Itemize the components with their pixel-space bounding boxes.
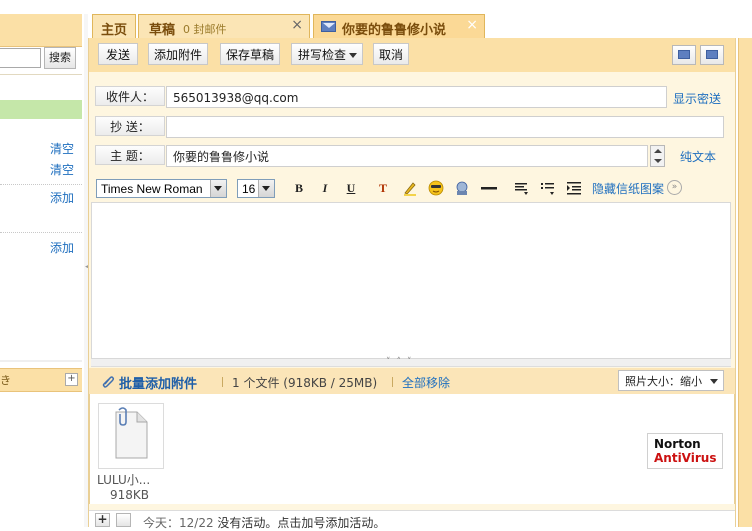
cc-label[interactable]: 抄 送： bbox=[95, 116, 165, 136]
left-panel-header bbox=[0, 14, 82, 47]
tab-home[interactable]: 主页 bbox=[92, 14, 136, 38]
save-draft-button[interactable]: 保存草稿 bbox=[220, 43, 280, 65]
add-attachment-button[interactable]: 添加附件 bbox=[148, 43, 208, 65]
envelope-icon bbox=[678, 50, 690, 59]
tab-compose[interactable]: 你要的鲁鲁修小说 × bbox=[313, 14, 485, 38]
indent-icon[interactable] bbox=[566, 180, 582, 196]
tab-drafts[interactable]: 草稿 0 封邮件 × bbox=[138, 14, 310, 38]
spell-check-label: 拼写检查 bbox=[298, 48, 347, 62]
hide-stationery-link[interactable]: 隐藏信纸图案 bbox=[592, 180, 664, 197]
font-family-select[interactable]: Times New Roman bbox=[96, 179, 227, 198]
help-button[interactable] bbox=[700, 45, 724, 65]
to-field[interactable]: 565013938@qq.com bbox=[166, 86, 667, 108]
font-family-value: Times New Roman bbox=[101, 182, 203, 196]
close-icon[interactable]: × bbox=[291, 17, 303, 33]
close-icon[interactable]: × bbox=[466, 17, 478, 33]
left-divider bbox=[0, 360, 82, 362]
cc-field[interactable] bbox=[166, 116, 724, 138]
norton-logo-line1: Norton bbox=[654, 437, 701, 451]
tab-drafts-label: 草稿 bbox=[149, 23, 176, 38]
status-text: 今天：12/22 没有活动。点击加号添加活动。 bbox=[143, 514, 385, 531]
photo-size-value: 照片大小：缩小 bbox=[625, 375, 702, 388]
chevron-up-icon bbox=[654, 149, 662, 153]
status-message: 没有活动。点击加号添加活动。 bbox=[217, 516, 386, 530]
clear-link-1[interactable]: 清空 bbox=[50, 140, 74, 157]
tab-drafts-count: 0 封邮件 bbox=[183, 23, 227, 36]
attachment-name: LULU小... bbox=[97, 473, 151, 487]
subject-label: 主 题： bbox=[95, 145, 165, 165]
right-panel-edge bbox=[738, 38, 752, 527]
mail-icon bbox=[321, 21, 336, 32]
left-divider bbox=[0, 232, 82, 233]
add-link-2[interactable]: 添加 bbox=[50, 239, 74, 256]
left-search-button[interactable]: 搜索 bbox=[44, 47, 76, 69]
left-divider bbox=[0, 184, 82, 185]
subject-spinner[interactable] bbox=[650, 145, 665, 167]
attachment-thumbnail[interactable] bbox=[98, 403, 164, 469]
help-icon bbox=[706, 50, 718, 59]
chevron-down-icon bbox=[654, 159, 662, 163]
font-size-value: 16 bbox=[242, 182, 256, 196]
tab-compose-label: 你要的鲁鲁修小说 bbox=[342, 23, 447, 38]
add-activity-button[interactable]: + bbox=[95, 513, 110, 527]
separator bbox=[222, 377, 223, 387]
subject-field[interactable]: 你要的鲁鲁修小说 bbox=[166, 145, 648, 167]
attachment-list bbox=[89, 394, 735, 504]
insert-picture-icon[interactable] bbox=[454, 180, 470, 196]
spell-check-button[interactable]: 拼写检查 bbox=[291, 43, 363, 65]
font-size-select[interactable]: 16 bbox=[237, 179, 275, 198]
tab-home-label: 主页 bbox=[101, 23, 128, 38]
mail-status-button[interactable] bbox=[672, 45, 696, 65]
align-icon[interactable] bbox=[514, 180, 530, 196]
add-link-1[interactable]: 添加 bbox=[50, 189, 74, 206]
send-button[interactable]: 发送 bbox=[98, 43, 138, 65]
cancel-button[interactable]: 取消 bbox=[373, 43, 409, 65]
emoticon-icon[interactable] bbox=[428, 180, 444, 196]
highlight-pen-icon[interactable] bbox=[402, 180, 418, 196]
file-icon bbox=[115, 407, 148, 459]
left-expand-plus-icon[interactable]: + bbox=[65, 373, 78, 386]
underline-icon[interactable]: U bbox=[343, 180, 359, 196]
norton-antivirus-logo: Norton AntiVirus bbox=[647, 433, 723, 469]
font-color-icon[interactable]: T bbox=[375, 180, 391, 196]
chevron-down-icon bbox=[349, 53, 357, 58]
status-date: 今天：12/22 bbox=[143, 516, 214, 530]
chevron-down-icon bbox=[258, 180, 274, 197]
clear-link-2[interactable]: 清空 bbox=[50, 161, 74, 178]
chevron-down-icon bbox=[210, 180, 226, 197]
photo-size-select[interactable]: 照片大小：缩小 bbox=[618, 370, 724, 391]
left-selected-row[interactable] bbox=[0, 100, 82, 119]
bullet-list-icon[interactable] bbox=[540, 180, 556, 196]
left-search-input[interactable] bbox=[0, 48, 41, 68]
remove-all-link[interactable]: 全部移除 bbox=[402, 374, 450, 391]
left-divider bbox=[0, 74, 82, 75]
left-panel-top bbox=[0, 0, 82, 14]
calendar-icon[interactable] bbox=[116, 513, 131, 527]
bold-icon[interactable]: B bbox=[291, 180, 307, 196]
plain-text-link[interactable]: 纯文本 bbox=[680, 148, 716, 165]
norton-logo-line2: AntiVirus bbox=[654, 451, 717, 465]
show-bcc-link[interactable]: 显示密送 bbox=[673, 90, 721, 107]
batch-add-attachment-link[interactable]: 批量添加附件 bbox=[119, 373, 197, 392]
chevron-down-icon bbox=[710, 379, 718, 384]
horizontal-line-icon[interactable] bbox=[481, 180, 497, 196]
attachment-count: 1 个文件 (918KB / 25MB) bbox=[232, 376, 378, 390]
attachment-size: 918KB bbox=[110, 488, 150, 502]
double-chevron-right-icon[interactable]: » bbox=[667, 180, 682, 195]
separator bbox=[392, 377, 393, 387]
resize-grip-icon: ˅˄˅ bbox=[386, 357, 418, 367]
left-bottom-section-title: き bbox=[0, 374, 11, 387]
to-label[interactable]: 收件人： bbox=[95, 86, 165, 106]
message-body-editor[interactable] bbox=[91, 202, 731, 359]
paperclip-icon bbox=[101, 374, 115, 388]
italic-icon[interactable]: I bbox=[317, 180, 333, 196]
